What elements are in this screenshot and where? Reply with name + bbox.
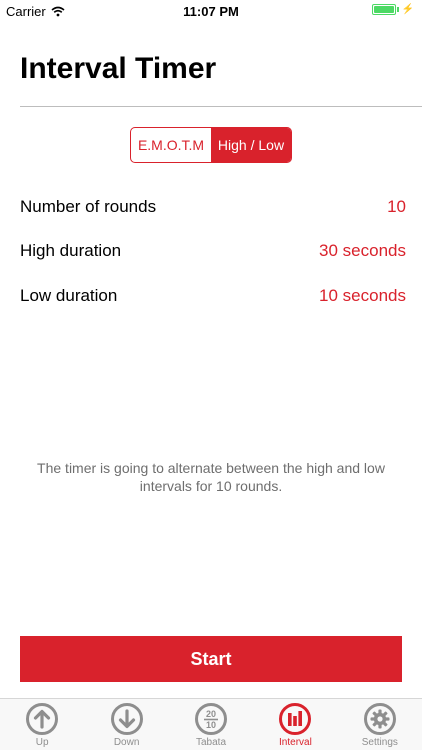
setting-label: High duration: [20, 241, 122, 260]
title-divider: [20, 106, 422, 107]
interval-bars-icon: [279, 703, 312, 735]
tab-up[interactable]: Up: [0, 699, 84, 750]
charging-icon: ⚡: [401, 4, 414, 15]
segment-high-low[interactable]: High / Low: [211, 128, 291, 162]
segment-emotm[interactable]: E.M.O.T.M: [131, 128, 211, 162]
tab-label: Tabata: [196, 737, 227, 748]
setting-value[interactable]: 10 seconds: [319, 286, 406, 306]
tabata-20-10-icon: 20 10: [195, 703, 228, 735]
start-button[interactable]: Start: [20, 636, 402, 682]
tabata-icon-bottom: 10: [206, 720, 216, 730]
setting-rounds[interactable]: Number of rounds 10: [20, 192, 406, 222]
tab-down[interactable]: Down: [84, 699, 168, 750]
battery-icon: [371, 4, 396, 15]
gear-icon: [363, 703, 396, 735]
interval-description: The timer is going to alternate between …: [37, 460, 385, 494]
tab-tabata[interactable]: 20 10 Tabata: [169, 699, 253, 750]
tab-label: Up: [35, 737, 49, 748]
mode-segmented-control[interactable]: E.M.O.T.M High / Low: [130, 127, 292, 163]
arrow-up-icon: [26, 703, 59, 735]
setting-label: Low duration: [20, 286, 118, 305]
setting-low-duration[interactable]: Low duration 10 seconds: [20, 281, 406, 311]
status-right: ⚡: [371, 4, 414, 15]
tab-interval[interactable]: Interval: [253, 699, 337, 750]
setting-high-duration[interactable]: High duration 30 seconds: [20, 236, 406, 266]
status-time: 11:07 PM: [183, 4, 239, 19]
tab-label: Interval: [279, 737, 312, 748]
battery-cap: [396, 7, 399, 12]
tab-bar: Up Down 20 10 Tabata Interval Settings: [0, 698, 422, 750]
tab-label: Settings: [361, 737, 398, 748]
tabata-icon-top: 20: [206, 709, 216, 719]
page-title: Interval Timer: [20, 52, 217, 85]
tab-label: Down: [113, 737, 140, 748]
setting-value[interactable]: 10: [387, 197, 406, 217]
tab-settings[interactable]: Settings: [338, 699, 422, 750]
setting-value[interactable]: 30 seconds: [319, 241, 406, 261]
status-bar: Carrier 11:07 PM ⚡: [0, 0, 422, 22]
setting-label: Number of rounds: [20, 197, 157, 216]
arrow-down-icon: [110, 703, 143, 735]
